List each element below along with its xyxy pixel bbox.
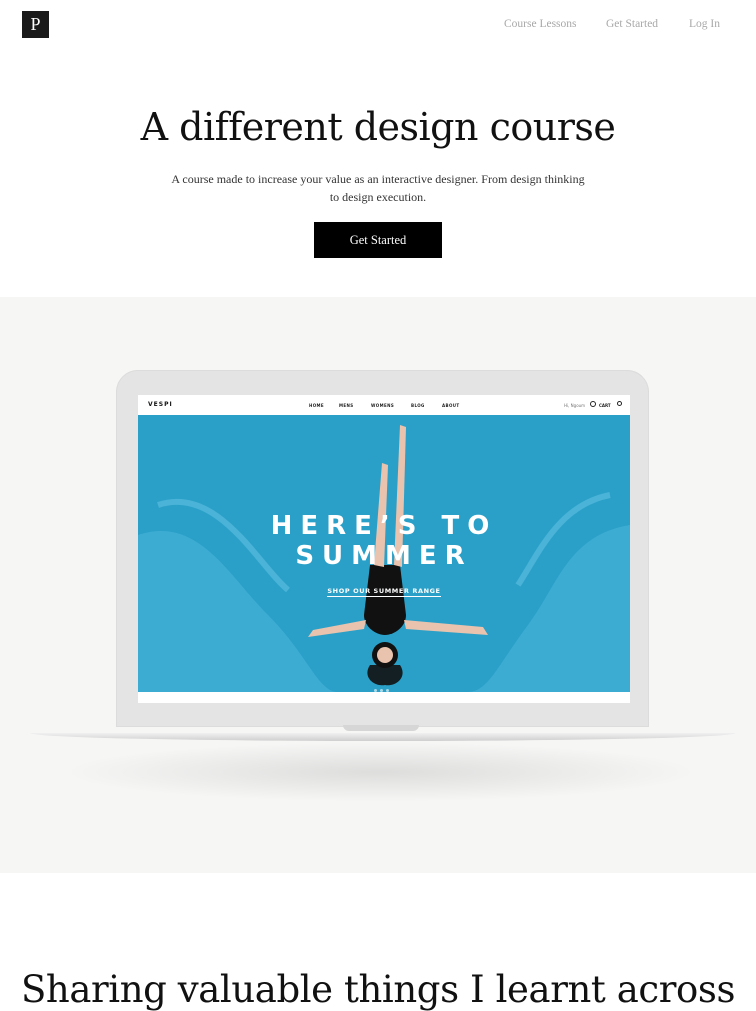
cart-badge-icon (590, 401, 596, 407)
mockup-banner-line2: SUMMER (295, 541, 473, 571)
mockup-greeting: Hi, Ngoum (564, 403, 586, 408)
nav-link-get-started[interactable]: Get Started (606, 18, 658, 30)
section-title: Sharing valuable things I learnt across (20, 968, 736, 1011)
mockup-banner-line1: HERE’S TO (270, 511, 498, 541)
laptop-notch (343, 725, 419, 731)
logo[interactable]: P (22, 11, 49, 38)
mockup-shop-link: SHOP OUR SUMMER RANGE (138, 587, 630, 597)
hero-subtitle: A course made to increase your value as … (171, 172, 585, 204)
get-started-button[interactable]: Get Started (314, 222, 442, 258)
mockup-logo: VESPI (148, 401, 173, 408)
search-icon (617, 401, 622, 406)
mockup-banner-title: HERE’S TO SUMMER (138, 511, 630, 571)
mockup-menu-about: ABOUT (442, 403, 460, 408)
nav-link-course-lessons[interactable]: Course Lessons (504, 18, 577, 30)
mockup-menu-home: HOME (309, 403, 325, 408)
mockup-nav: VESPI HOME MENS WOMENS BLOG ABOUT Hi, Ng… (138, 395, 630, 415)
carousel-dots (374, 677, 394, 692)
laptop-shadow (60, 742, 700, 802)
top-nav: P Course Lessons Get Started Log In (0, 0, 756, 50)
nav-link-log-in[interactable]: Log In (689, 18, 720, 30)
hero-title: A different design course (140, 105, 616, 149)
mockup-hero-image: HERE’S TO SUMMER SHOP OUR SUMMER RANGE (138, 415, 630, 692)
laptop-screen: VESPI HOME MENS WOMENS BLOG ABOUT Hi, Ng… (138, 395, 630, 703)
mockup-menu-mens: MENS (339, 403, 354, 408)
mockup-menu-womens: WOMENS (371, 403, 395, 408)
mockup-cart: CART (599, 403, 611, 408)
mockup-menu-blog: BLOG (411, 403, 425, 408)
mockup-shop-link-text: SHOP OUR SUMMER RANGE (327, 587, 441, 597)
